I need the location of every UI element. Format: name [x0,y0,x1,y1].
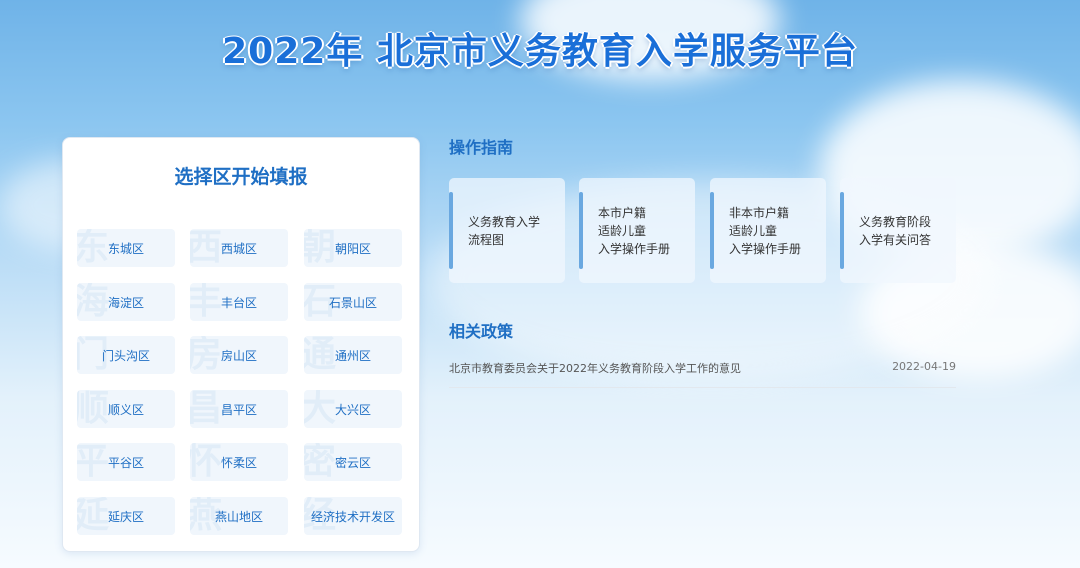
district-watermark: 通 [304,336,337,374]
district-label: 昌平区 [220,402,257,417]
district-panel-title: 选择区开始填报 [174,166,308,188]
district-button[interactable]: 大大兴区 [304,390,402,428]
guide-card[interactable]: 义务教育入学 流程图 [449,178,565,283]
district-label: 怀柔区 [220,455,257,470]
district-watermark: 海 [77,283,110,321]
district-button[interactable]: 西西城区 [190,229,288,267]
district-button[interactable]: 东东城区 [77,229,175,267]
district-button[interactable]: 房房山区 [190,336,288,374]
district-watermark: 丰 [190,283,223,321]
district-button[interactable]: 怀怀柔区 [190,443,288,481]
district-button[interactable]: 经经济技术开发区 [304,497,402,535]
district-label: 密云区 [334,455,371,470]
district-watermark: 顺 [77,390,110,428]
district-label: 燕山地区 [214,509,263,524]
district-label: 东城区 [107,241,144,256]
page-title: 2022年 北京市义务教育入学服务平台 [222,31,858,72]
district-label: 丰台区 [220,295,257,310]
district-watermark: 密 [304,443,337,481]
district-label: 大兴区 [334,402,371,417]
district-watermark: 怀 [190,443,223,481]
guide-card-accent-bar [710,192,714,269]
district-watermark: 大 [304,390,337,428]
district-button[interactable]: 通通州区 [304,336,402,374]
district-button[interactable]: 朝朝阳区 [304,229,402,267]
district-label: 平谷区 [107,455,144,470]
district-button[interactable]: 密密云区 [304,443,402,481]
guide-card-label: 非本市户籍 适龄儿童 入学操作手册 [729,205,802,256]
guide-card-accent-bar [449,192,453,269]
district-label: 海淀区 [107,295,144,310]
guide-section-title: 操作指南 [449,138,514,157]
guide-card-label: 义务教育阶段 入学有关问答 [859,214,932,247]
district-label: 顺义区 [107,402,144,417]
district-label: 延庆区 [107,509,144,524]
guide-card-label: 义务教育入学 流程图 [468,214,541,247]
district-label: 朝阳区 [334,241,371,256]
policy-item[interactable]: 北京市教育委员会关于2022年义务教育阶段入学工作的意见 2022-04-19 [449,358,956,388]
district-button[interactable]: 昌昌平区 [190,390,288,428]
district-watermark: 延 [77,497,110,535]
district-watermark: 房 [190,336,223,374]
district-button[interactable]: 燕燕山地区 [190,497,288,535]
policy-section-title: 相关政策 [449,322,514,341]
district-watermark: 平 [77,443,110,481]
policy-item-date: 2022-04-19 [892,360,956,373]
guide-card[interactable]: 本市户籍 适龄儿童 入学操作手册 [579,178,695,283]
district-label: 房山区 [220,348,257,363]
district-button[interactable]: 顺顺义区 [77,390,175,428]
district-label: 经济技术开发区 [310,509,395,524]
guide-card-accent-bar [579,192,583,269]
guide-card[interactable]: 义务教育阶段 入学有关问答 [840,178,956,283]
district-watermark: 朝 [304,229,337,267]
guide-card-label: 本市户籍 适龄儿童 入学操作手册 [598,205,671,256]
district-button[interactable]: 海海淀区 [77,283,175,321]
district-label: 石景山区 [328,295,377,310]
district-button[interactable]: 石石景山区 [304,283,402,321]
district-watermark: 西 [190,229,223,267]
district-label: 通州区 [334,348,371,363]
district-button[interactable]: 平平谷区 [77,443,175,481]
guide-card-accent-bar [840,192,844,269]
policy-item-title[interactable]: 北京市教育委员会关于2022年义务教育阶段入学工作的意见 [449,360,741,376]
district-watermark: 昌 [190,390,223,428]
guide-card[interactable]: 非本市户籍 适龄儿童 入学操作手册 [710,178,826,283]
district-button[interactable]: 延延庆区 [77,497,175,535]
district-button[interactable]: 门门头沟区 [77,336,175,374]
district-button[interactable]: 丰丰台区 [190,283,288,321]
district-label: 西城区 [220,241,257,256]
district-panel: 选择区开始填报 东东城区西西城区朝朝阳区海海淀区丰丰台区石石景山区门门头沟区房房… [62,137,420,552]
district-watermark: 东 [77,229,110,267]
district-label: 门头沟区 [101,348,150,363]
